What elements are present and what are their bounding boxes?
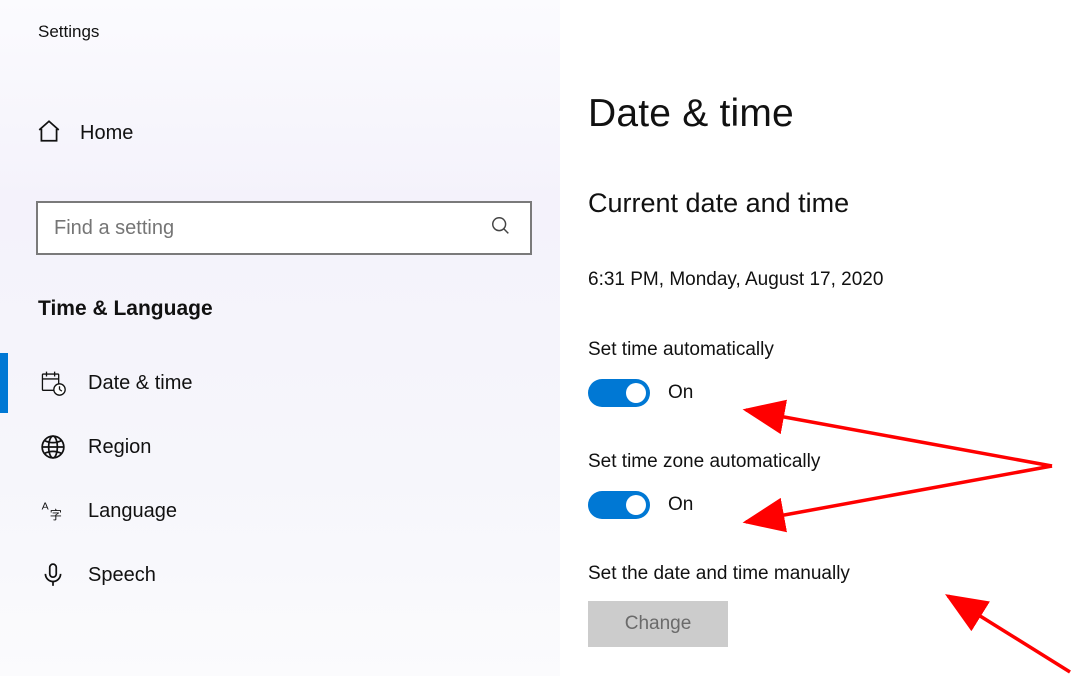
- sidebar-item-label: Date & time: [88, 372, 192, 395]
- calendar-clock-icon: [38, 370, 68, 396]
- current-datetime-value: 6:31 PM, Monday, August 17, 2020: [588, 269, 1080, 291]
- toggle-set-time-auto-state: On: [668, 382, 693, 404]
- toggle-knob: [626, 495, 646, 515]
- microphone-icon: [38, 562, 68, 588]
- svg-text:字: 字: [50, 507, 62, 522]
- sidebar: Settings Home Time & Language Date & tim…: [0, 0, 560, 676]
- home-label: Home: [80, 122, 133, 145]
- sidebar-item-date-time[interactable]: Date & time: [6, 351, 532, 415]
- section-current-datetime: Current date and time: [588, 188, 1080, 219]
- sidebar-item-label: Language: [88, 500, 177, 523]
- change-button: Change: [588, 601, 728, 647]
- page-title: Date & time: [588, 92, 1080, 136]
- app-title: Settings: [38, 22, 532, 42]
- sidebar-item-home[interactable]: Home: [36, 118, 532, 149]
- sidebar-item-language[interactable]: A字 Language: [6, 479, 532, 543]
- label-set-time-auto: Set time automatically: [588, 339, 1080, 361]
- sidebar-item-region[interactable]: Region: [6, 415, 532, 479]
- search-box[interactable]: [36, 201, 532, 255]
- sidebar-category: Time & Language: [38, 297, 532, 321]
- globe-icon: [38, 434, 68, 460]
- sidebar-item-label: Speech: [88, 564, 156, 587]
- main-content: Date & time Current date and time 6:31 P…: [560, 0, 1080, 676]
- toggle-set-time-auto[interactable]: [588, 379, 650, 407]
- toggle-set-tz-auto[interactable]: [588, 491, 650, 519]
- label-set-tz-auto: Set time zone automatically: [588, 451, 1080, 473]
- sidebar-item-speech[interactable]: Speech: [6, 543, 532, 607]
- language-icon: A字: [38, 498, 68, 524]
- label-manual-datetime: Set the date and time manually: [588, 563, 1080, 585]
- home-icon: [36, 118, 62, 149]
- svg-text:A: A: [42, 500, 50, 512]
- sidebar-nav: Date & time Region A字 Language Speech: [6, 351, 532, 607]
- sidebar-item-label: Region: [88, 436, 151, 459]
- toggle-set-tz-auto-state: On: [668, 494, 693, 516]
- search-input[interactable]: [54, 217, 490, 240]
- toggle-knob: [626, 383, 646, 403]
- search-icon: [490, 215, 512, 242]
